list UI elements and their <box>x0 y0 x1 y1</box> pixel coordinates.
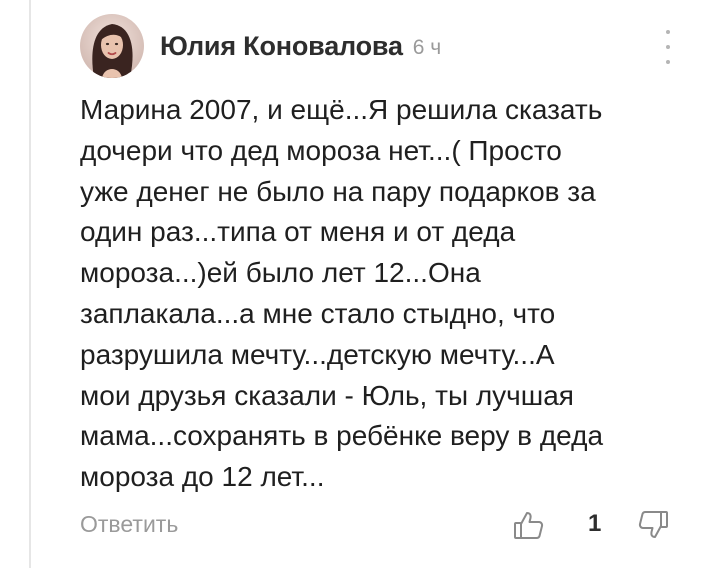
more-dot <box>666 60 670 64</box>
thumbs-up-icon[interactable] <box>512 508 546 542</box>
thread-line <box>29 0 31 568</box>
avatar-image <box>80 14 144 78</box>
comment-time: 6 ч <box>412 36 442 59</box>
author-name[interactable]: Юлия Коновалова <box>160 31 403 62</box>
comment-text: Марина 2007, и ещё...Я решила сказать до… <box>80 94 604 493</box>
reply-button[interactable]: Ответить <box>80 511 178 538</box>
comment-actions: Ответить 1 <box>80 508 680 544</box>
more-dot <box>666 30 670 34</box>
more-dot <box>666 45 670 49</box>
comment-header: Юлия Коновалова 6 ч <box>80 14 680 78</box>
comment-screen: Юлия Коновалова 6 ч Марина 2007, и ещё..… <box>0 0 720 568</box>
thumbs-down-icon[interactable] <box>636 508 670 542</box>
more-vertical-icon[interactable] <box>656 30 680 64</box>
avatar[interactable] <box>80 14 144 78</box>
like-count: 1 <box>588 510 602 537</box>
comment: Юлия Коновалова 6 ч Марина 2007, и ещё..… <box>80 14 680 539</box>
